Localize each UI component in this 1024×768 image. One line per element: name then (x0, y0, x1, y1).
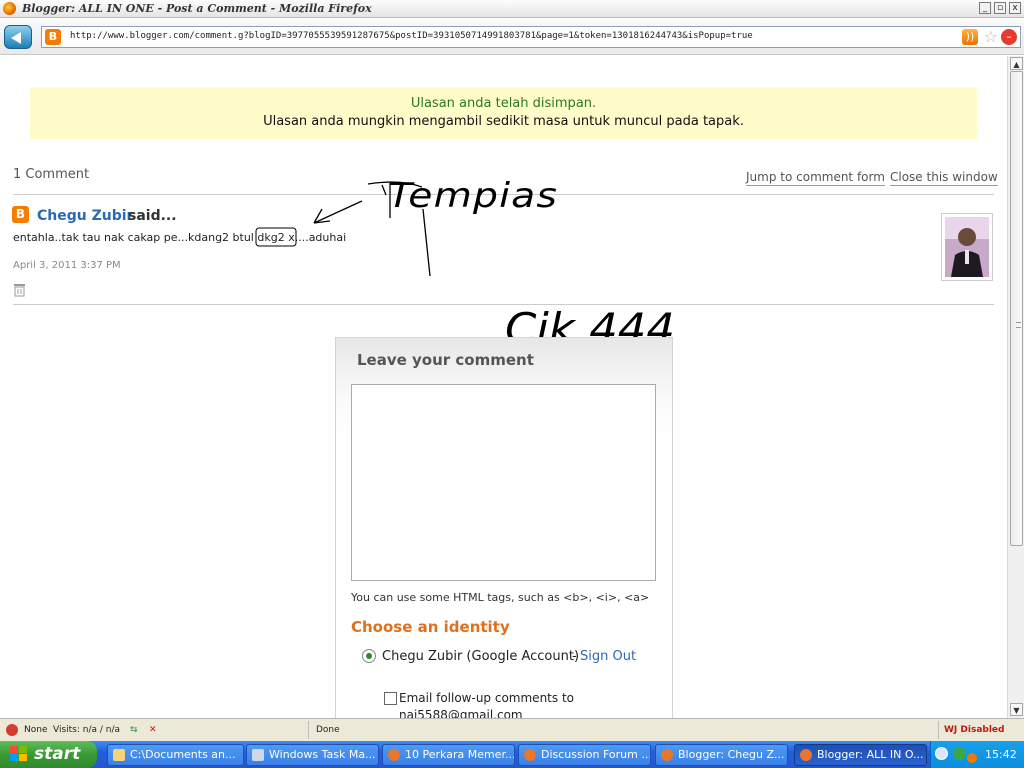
html-tags-hint: You can use some HTML tags, such as <b>,… (351, 591, 650, 604)
taskbar-item[interactable]: C:\Documents an... (107, 744, 244, 766)
start-label: start (34, 744, 81, 764)
divider (13, 304, 994, 305)
taskbar-item-label: Discussion Forum ... (541, 748, 651, 761)
jump-to-form-link[interactable]: Jump to comment form (746, 170, 885, 186)
taskbar-item-label: C:\Documents an... (130, 748, 236, 761)
taskbar-item-label: Windows Task Ma... (269, 748, 376, 761)
annotation-highlight-box (255, 227, 297, 247)
window-titlebar: Blogger: ALL IN ONE - Post a Comment - M… (0, 0, 1024, 18)
firefox-icon (388, 749, 400, 761)
taskbar-item[interactable]: Windows Task Ma... (246, 744, 379, 766)
addon-icon[interactable]: ⇆ (130, 725, 138, 735)
notice-delay-text: Ulasan anda mungkin mengambil sedikit ma… (263, 114, 744, 129)
navigation-toolbar: B http://www.blogger.com/comment.g?blogI… (0, 19, 1024, 55)
network-icon[interactable] (953, 747, 966, 760)
minimize-button[interactable]: _ (979, 2, 991, 14)
email-followup-label: Email follow-up comments to (399, 691, 574, 705)
close-window-link[interactable]: Close this window (890, 170, 998, 186)
form-heading: Leave your comment (357, 351, 534, 369)
status-visits: Visits: n/a / n/a (53, 725, 121, 735)
taskbar-item[interactable]: Blogger: Chegu Z... (655, 744, 788, 766)
comment-author-link[interactable]: Chegu Zubir (37, 208, 133, 224)
status-none: None (24, 725, 48, 735)
identity-radio[interactable] (362, 649, 376, 663)
windows-taskbar: start C:\Documents an... Windows Task Ma… (0, 741, 1024, 768)
comment-textarea[interactable] (351, 384, 656, 581)
comment-count: 1 Comment (13, 167, 90, 182)
status-text: Done (316, 725, 340, 735)
vertical-scrollbar[interactable]: ▲ ▼ (1007, 56, 1024, 718)
windows-flag-icon (10, 746, 28, 762)
sign-out-link[interactable]: Sign Out (580, 649, 636, 664)
scroll-up-arrow-icon[interactable]: ▲ (1010, 57, 1023, 70)
url-text[interactable]: http://www.blogger.com/comment.g?blogID=… (70, 31, 753, 41)
blogger-icon: B (12, 206, 29, 223)
none-status-icon (6, 724, 18, 736)
tray-expand-icon[interactable] (935, 747, 948, 760)
firefox-icon (524, 749, 536, 761)
identity-separator: - (572, 649, 577, 664)
maximize-button[interactable]: ▫ (994, 2, 1006, 14)
taskbar-item[interactable]: 10 Perkara Memer... (382, 744, 515, 766)
comment-form: Leave your comment You can use some HTML… (335, 337, 673, 718)
addon-close-icon[interactable]: ✕ (149, 725, 157, 735)
taskbar-item[interactable]: Discussion Forum ... (518, 744, 651, 766)
notice-saved-text: Ulasan anda telah disimpan. (410, 96, 597, 111)
bookmark-star-icon[interactable]: ☆ (984, 27, 998, 46)
stop-icon[interactable]: – (1001, 29, 1017, 45)
start-button[interactable]: start (0, 741, 97, 768)
tray-app-icon[interactable] (967, 753, 977, 763)
close-window-button[interactable]: x (1009, 2, 1021, 14)
page-content: Ulasan anda telah disimpan. Ulasan anda … (0, 56, 1007, 718)
avatar[interactable] (941, 213, 993, 281)
comment-said: said... (128, 208, 177, 224)
blogger-favicon: B (45, 29, 61, 45)
task-manager-icon (252, 749, 264, 761)
scroll-down-arrow-icon[interactable]: ▼ (1010, 703, 1023, 716)
firefox-icon (800, 749, 812, 761)
status-bar: None Visits: n/a / n/a ⇆ ✕ Done WJ Disab… (0, 718, 1024, 741)
comment-date-link[interactable]: April 3, 2011 3:37 PM (13, 260, 121, 271)
taskbar-item-label: Blogger: ALL IN O... (817, 748, 924, 761)
wj-status[interactable]: WJ Disabled (944, 725, 1004, 735)
address-bar[interactable]: B http://www.blogger.com/comment.g?blogI… (41, 26, 1021, 48)
annotation-word1: Tempias (388, 176, 558, 216)
system-tray: 15:42 (930, 741, 1024, 768)
choose-identity-heading: Choose an identity (351, 618, 510, 636)
folder-icon (113, 749, 125, 761)
firefox-icon (661, 749, 673, 761)
taskbar-item-label: Blogger: Chegu Z... (678, 748, 785, 761)
back-arrow-icon[interactable] (4, 25, 32, 49)
identity-label: Chegu Zubir (Google Account) (382, 649, 580, 664)
firefox-icon (3, 2, 16, 15)
annotation-arrow (313, 200, 363, 224)
saved-notice: Ulasan anda telah disimpan. Ulasan anda … (30, 87, 977, 139)
clock: 15:42 (985, 748, 1017, 761)
email-followup-checkbox[interactable] (384, 692, 397, 705)
scrollbar-thumb[interactable] (1010, 71, 1023, 546)
email-address: naj5588@gmail.com (399, 708, 523, 718)
taskbar-item-label: 10 Perkara Memer... (405, 748, 515, 761)
taskbar-item-active[interactable]: Blogger: ALL IN O... (794, 744, 927, 766)
trash-icon[interactable] (13, 283, 26, 300)
window-title: Blogger: ALL IN ONE - Post a Comment - M… (22, 2, 372, 15)
rss-icon[interactable]: )) (962, 29, 978, 45)
